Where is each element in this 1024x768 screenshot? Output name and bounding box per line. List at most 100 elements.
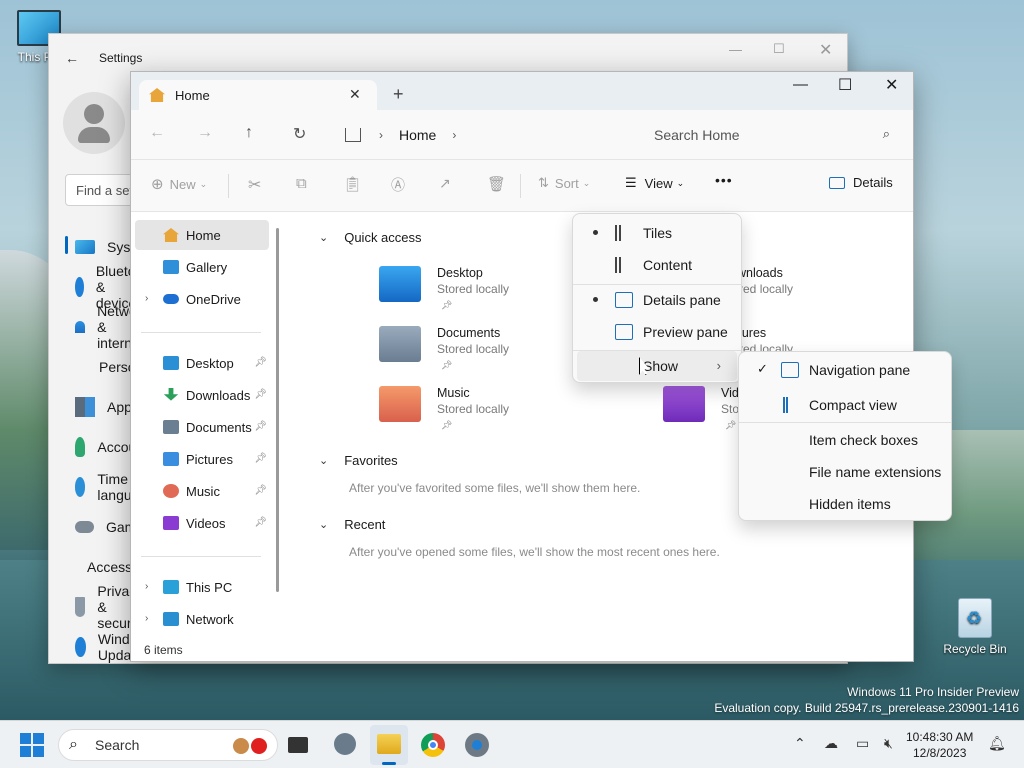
breadcrumb[interactable]: › Home › <box>331 119 623 151</box>
pin-icon: 📌︎ <box>254 453 267 464</box>
music-folder-icon <box>379 386 421 422</box>
maximize-icon[interactable]: ☐ <box>838 75 852 95</box>
quick-access-item-music[interactable]: Music Stored locally 📌︎ <box>379 386 589 442</box>
sidebar-item-desktop[interactable]: Desktop 📌︎ <box>135 348 269 378</box>
volume-muted-icon[interactable]: 🔇︎ <box>884 735 893 752</box>
close-icon[interactable]: ✕ <box>885 75 898 95</box>
search-placeholder: Search Home <box>654 127 740 143</box>
sidebar-item-music[interactable]: Music 📌︎ <box>135 476 269 506</box>
chevron-right-icon: › <box>145 613 149 624</box>
sidebar-item-label: This PC <box>186 579 233 595</box>
favorites-empty-message: After you've favorited some files, we'll… <box>349 481 641 495</box>
onedrive-cloud-icon[interactable]: ☁ <box>824 735 838 752</box>
clock-time: 10:48:30 AM <box>906 730 974 744</box>
desktop-icon-recycle-bin[interactable]: ♻ Recycle Bin <box>940 598 1010 656</box>
widgets-icon[interactable] <box>334 733 356 755</box>
menu-item-label: Content <box>643 257 693 273</box>
sidebar-scrollbar[interactable] <box>276 228 279 592</box>
copy-icon[interactable]: ⧉ <box>296 175 307 192</box>
show-submenu: ✓ Navigation pane Compact view Item check… <box>738 351 952 521</box>
cut-icon[interactable]: ✂ <box>248 175 261 195</box>
view-menu-item-tiles[interactable]: Tiles <box>577 218 737 248</box>
home-icon <box>149 88 165 102</box>
new-tab-icon[interactable]: + <box>393 84 404 105</box>
quick-access-item-documents[interactable]: Documents Stored locally 📌︎ <box>379 326 589 382</box>
sidebar-item-label: Network <box>186 611 234 627</box>
sidebar-item-this-pc[interactable]: › This PC <box>135 572 269 602</box>
task-view-icon[interactable] <box>288 737 308 753</box>
view-menu-item-show[interactable]: Show › <box>577 351 737 381</box>
close-tab-icon[interactable]: ✕ <box>349 86 361 103</box>
update-icon <box>75 637 86 657</box>
monitor-icon <box>163 580 179 594</box>
maximize-icon[interactable]: ☐ <box>773 41 785 57</box>
sort-button[interactable]: ⇅ Sort ⌄ <box>538 175 590 191</box>
notification-bell-icon[interactable]: 🔔︎ <box>988 735 1006 752</box>
forward-arrow-icon[interactable]: → <box>197 124 213 142</box>
sidebar-item-gallery[interactable]: Gallery <box>135 252 269 282</box>
minimize-icon[interactable]: — <box>793 76 808 93</box>
show-menu-item-hidden-items[interactable]: Hidden items <box>743 489 947 519</box>
sidebar-item-videos[interactable]: Videos 📌︎ <box>135 508 269 538</box>
windows-logo-icon <box>33 733 44 744</box>
refresh-icon[interactable]: ↻ <box>293 124 306 144</box>
sidebar-item-network[interactable]: › Network <box>135 604 269 634</box>
tab-strip: Home ✕ + — ☐ ✕ <box>131 72 913 110</box>
new-button-label: New <box>169 176 196 192</box>
search-input[interactable]: Search Home ⌕ <box>636 119 902 151</box>
watermark-edition: Windows 11 Pro Insider Preview <box>847 685 1019 699</box>
system-clock[interactable]: 10:48:30 AM 12/8/2023 <box>906 729 973 761</box>
chrome-icon[interactable] <box>421 733 445 757</box>
favorites-header[interactable]: ⌄ Favorites <box>319 453 398 468</box>
shield-icon <box>75 597 86 617</box>
recent-header[interactable]: ⌄ Recent <box>319 517 385 532</box>
more-options-icon[interactable]: ••• <box>715 172 733 188</box>
pin-icon: 📌︎ <box>254 357 267 368</box>
display-icon[interactable]: ▭ <box>856 735 869 752</box>
up-arrow-icon[interactable]: ↑ <box>245 124 253 142</box>
sidebar-item-downloads[interactable]: Downloads 📌︎ <box>135 380 269 410</box>
start-button[interactable] <box>20 733 44 757</box>
chevron-up-icon[interactable]: ⌃ <box>794 735 806 752</box>
show-menu-item-file-name-extensions[interactable]: File name extensions <box>743 457 947 487</box>
view-button[interactable]: ☰ View ⌄ <box>625 175 684 191</box>
tab-home[interactable]: Home <box>139 80 377 110</box>
rename-icon[interactable]: Ⓐ <box>391 175 405 195</box>
taskbar-search[interactable]: ⌕ Search <box>58 729 278 761</box>
menu-item-label: Hidden items <box>809 496 891 512</box>
sidebar-item-label: Gallery <box>186 259 228 275</box>
view-menu-item-content[interactable]: Content <box>577 250 737 280</box>
details-button[interactable]: Details <box>829 175 893 190</box>
back-arrow-icon[interactable]: ← <box>65 50 79 66</box>
sidebar-item-documents[interactable]: Documents 📌︎ <box>135 412 269 442</box>
sidebar-item-pictures[interactable]: Pictures 📌︎ <box>135 444 269 474</box>
sidebar-item-label: Music <box>186 483 220 499</box>
delete-icon[interactable]: 🗑︎ <box>487 175 506 193</box>
monitor-icon <box>75 240 95 254</box>
share-icon[interactable]: ↗ <box>439 175 451 192</box>
settings-gear-icon[interactable] <box>465 733 489 757</box>
back-arrow-icon[interactable]: ← <box>149 124 165 142</box>
sidebar-item-onedrive[interactable]: › OneDrive <box>135 284 269 314</box>
show-menu-item-compact-view[interactable]: Compact view <box>743 390 947 420</box>
view-menu-item-preview-pane[interactable]: Preview pane <box>577 317 737 347</box>
sidebar-item-home[interactable]: Home <box>135 220 269 250</box>
close-icon[interactable]: ✕ <box>819 40 832 60</box>
show-menu-item-item-check-boxes[interactable]: Item check boxes <box>743 425 947 455</box>
chevron-right-icon: › <box>379 128 383 142</box>
new-button[interactable]: ⊕ New ⌄ <box>151 175 207 193</box>
quick-access-header[interactable]: ⌄ Quick access <box>319 230 422 245</box>
pin-icon: 📌︎ <box>441 300 453 310</box>
sort-button-label: Sort <box>554 175 579 191</box>
breadcrumb-home[interactable]: Home <box>399 127 436 143</box>
paste-icon[interactable]: 📋︎ <box>343 175 362 193</box>
quick-access-item-desktop[interactable]: Desktop Stored locally 📌︎ <box>379 266 589 322</box>
sidebar-divider <box>141 332 261 333</box>
chevron-right-icon: › <box>145 293 149 304</box>
desktop-folder-icon <box>379 266 421 302</box>
sidebar-item-label: Desktop <box>186 355 234 371</box>
view-menu-item-details-pane[interactable]: Details pane <box>577 285 737 315</box>
file-explorer-taskbar-button[interactable] <box>370 725 408 765</box>
show-menu-item-navigation-pane[interactable]: ✓ Navigation pane <box>743 355 947 385</box>
minimize-icon[interactable]: — <box>729 42 742 57</box>
